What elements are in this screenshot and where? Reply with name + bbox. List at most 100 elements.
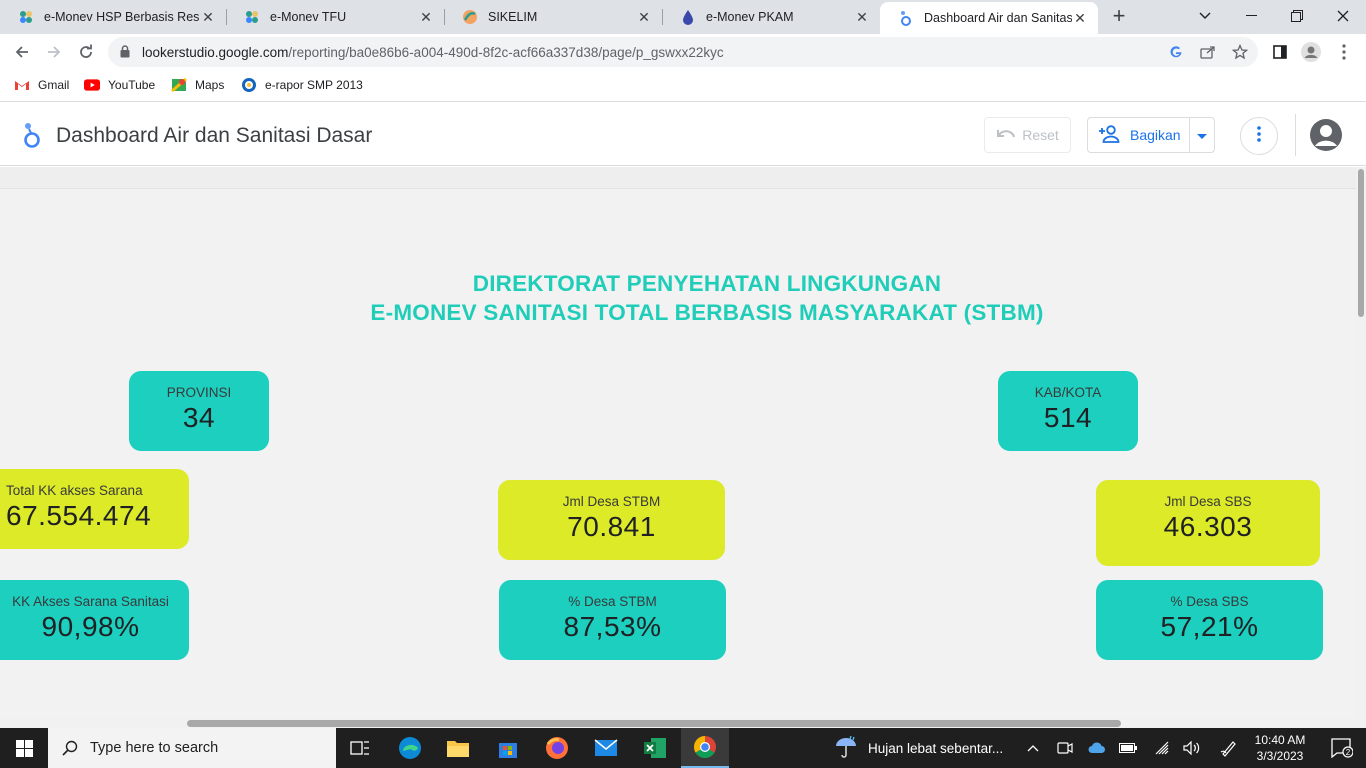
tab-search-icon[interactable] (1182, 0, 1228, 32)
report-title[interactable]: Dashboard Air dan Sanitasi Dasar (56, 124, 372, 148)
reset-button[interactable]: Reset (984, 117, 1071, 153)
tab-emonev-tfu[interactable]: e-Monev TFU ✕ (226, 0, 444, 34)
tab-sikelim[interactable]: SIKELIM ✕ (444, 0, 662, 34)
reload-icon[interactable] (74, 40, 98, 64)
scorecard-value: 90,98% (41, 611, 140, 642)
bookmark-label: Gmail (38, 78, 70, 92)
excel-icon[interactable] (631, 728, 679, 768)
close-icon[interactable]: ✕ (636, 9, 652, 25)
report-header: Dashboard Air dan Sanitasi Dasar Reset B… (0, 102, 1366, 166)
new-tab-button[interactable]: + (1108, 5, 1130, 28)
taskbar-search-box[interactable]: Type here to search (48, 728, 336, 768)
scorecard-kk-akses-sanitasi[interactable]: KK Akses Sarana Sanitasi 90,98% (0, 580, 189, 660)
scorecard-label: % Desa STBM (568, 594, 657, 609)
header-divider (1295, 114, 1296, 156)
scorecard-label: Jml Desa SBS (1164, 494, 1252, 509)
looker-studio-icon (898, 10, 914, 26)
notification-count: 2 (1346, 748, 1351, 757)
account-avatar-icon[interactable] (1309, 118, 1343, 157)
bookmark-star-icon[interactable] (1232, 44, 1248, 60)
firefox-icon[interactable] (533, 728, 581, 768)
edge-icon[interactable] (386, 728, 434, 768)
share-main-button[interactable]: Bagikan (1088, 118, 1189, 152)
scorecard-value: 34 (182, 402, 216, 433)
wifi-icon[interactable] (1147, 728, 1177, 768)
scorecard-kabkota[interactable]: KAB/KOTA 514 (998, 371, 1138, 451)
close-icon[interactable]: ✕ (200, 9, 216, 25)
looker-studio-icon[interactable] (22, 122, 42, 153)
scorecard-label: Jml Desa STBM (562, 494, 661, 509)
system-clock[interactable]: 10:40 AM 3/3/2023 (1248, 732, 1312, 764)
weather-widget[interactable]: Hujan lebat sebentar... (834, 728, 1003, 768)
report-canvas: DIREKTORAT PENYEHATAN LINGKUNGAN E-MONEV… (0, 167, 1356, 718)
scorecard-total-kk[interactable]: Total KK akses Sarana 67.554.474 (0, 469, 189, 549)
search-placeholder: Type here to search (90, 740, 219, 756)
scorecard-provinsi[interactable]: PROVINSI 34 (129, 371, 269, 451)
chrome-menu-icon[interactable] (1334, 42, 1354, 62)
cloud-sync-icon[interactable] (1082, 728, 1112, 768)
more-options-button[interactable] (1240, 117, 1278, 155)
canvas-top-band (0, 167, 1356, 189)
tab-title: e-Monev HSP Berbasis Resiko (44, 10, 200, 24)
share-label: Bagikan (1130, 127, 1181, 143)
close-icon[interactable]: ✕ (854, 9, 870, 25)
share-page-icon[interactable] (1200, 44, 1216, 60)
forward-arrow-icon[interactable] (42, 40, 66, 64)
maps-icon (171, 77, 187, 93)
back-arrow-icon[interactable] (10, 40, 34, 64)
notification-center-icon[interactable]: 2 (1322, 728, 1362, 768)
meet-now-icon[interactable] (1050, 728, 1080, 768)
bookmark-gmail[interactable]: Gmail (14, 77, 69, 93)
tab-emonev-pkam[interactable]: e-Monev PKAM ✕ (662, 0, 880, 34)
chrome-icon[interactable] (681, 728, 729, 768)
mail-icon[interactable] (582, 728, 630, 768)
bookmark-erapor[interactable]: e-rapor SMP 2013 (241, 77, 363, 93)
chevron-up-icon[interactable] (1018, 728, 1048, 768)
vertical-scrollbar[interactable] (1356, 167, 1366, 728)
vertical-scroll-thumb[interactable] (1358, 169, 1364, 317)
scorecard-value: 67.554.474 (6, 500, 152, 531)
sikelim-icon (462, 9, 478, 25)
tab-dashboard-active[interactable]: Dashboard Air dan Sanitasi D ✕ (880, 2, 1098, 34)
horizontal-scroll-thumb[interactable] (187, 720, 1121, 727)
lock-icon[interactable] (120, 45, 130, 63)
bookmark-youtube[interactable]: YouTube (84, 77, 155, 93)
scorecard-pct-desa-sbs[interactable]: % Desa SBS 57,21% (1096, 580, 1323, 660)
scorecard-label: KK Akses Sarana Sanitasi (12, 594, 169, 609)
scorecard-label: Total KK akses Sarana (6, 483, 143, 498)
battery-icon[interactable] (1113, 728, 1143, 768)
minimize-icon[interactable] (1228, 0, 1274, 32)
scorecard-jml-desa-stbm[interactable]: Jml Desa STBM 70.841 (498, 480, 725, 560)
gmail-icon (14, 77, 30, 93)
restore-icon[interactable] (1274, 0, 1320, 32)
file-explorer-icon[interactable] (434, 728, 482, 768)
share-dropdown[interactable] (1189, 118, 1214, 152)
scorecard-label: PROVINSI (166, 385, 232, 400)
url-host: lookerstudio.google.com (142, 45, 289, 60)
scorecard-jml-desa-sbs[interactable]: Jml Desa SBS 46.303 (1096, 480, 1320, 566)
windows-start-icon[interactable] (0, 728, 48, 768)
scorecard-value: 87,53% (563, 611, 662, 642)
address-bar[interactable]: lookerstudio.google.com/reporting/ba0e86… (108, 37, 1258, 67)
reset-label: Reset (1022, 127, 1059, 143)
side-panel-icon[interactable] (1270, 42, 1290, 62)
volume-icon[interactable] (1177, 728, 1207, 768)
pen-workspace-icon[interactable] (1214, 728, 1244, 768)
profile-icon[interactable] (1301, 42, 1321, 62)
close-icon[interactable]: ✕ (1072, 10, 1088, 26)
scorecard-label: KAB/KOTA (1034, 385, 1102, 400)
tab-emonev-hsp[interactable]: e-Monev HSP Berbasis Resiko ✕ (0, 0, 226, 34)
weather-text: Hujan lebat sebentar... (868, 740, 1004, 756)
bookmark-maps[interactable]: Maps (171, 77, 224, 93)
horizontal-scrollbar[interactable] (0, 718, 1356, 728)
store-icon[interactable] (484, 728, 532, 768)
scorecard-label: % Desa SBS (1170, 594, 1249, 609)
scorecard-pct-desa-stbm[interactable]: % Desa STBM 87,53% (499, 580, 726, 660)
google-translate-icon[interactable] (1168, 44, 1184, 60)
share-button[interactable]: Bagikan (1087, 117, 1215, 153)
task-view-icon[interactable] (336, 728, 384, 768)
umbrella-rain-icon (834, 735, 858, 762)
close-window-icon[interactable] (1320, 0, 1366, 32)
close-icon[interactable]: ✕ (418, 9, 434, 25)
kemenkes-icon (18, 9, 34, 25)
